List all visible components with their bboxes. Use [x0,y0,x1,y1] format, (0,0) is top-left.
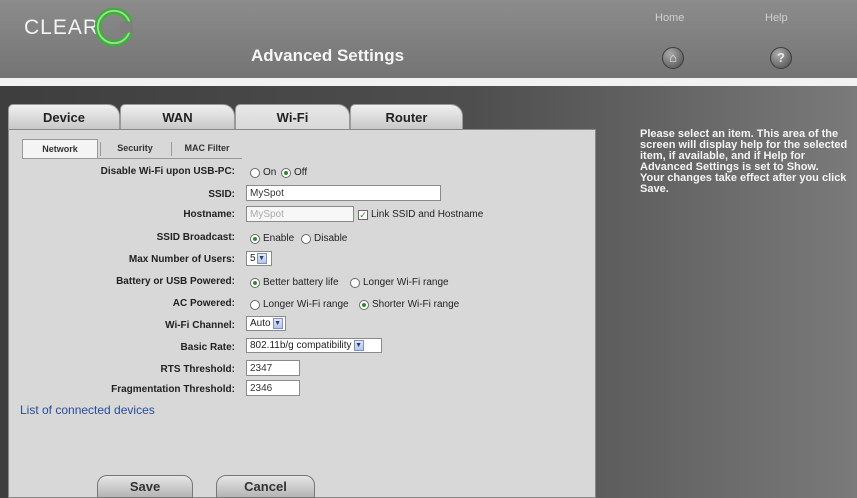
help-panel: Please select an item. This area of the … [640,129,848,195]
ssid-broadcast-disable-radio[interactable]: Disable [301,233,347,244]
subtab-underline [22,158,242,159]
link-ssid-hostname-checkbox[interactable]: ✓ Link SSID and Hostname [358,209,483,220]
ssid-input[interactable] [246,185,441,201]
home-icon[interactable]: ⌂ [662,47,684,69]
tab-router[interactable]: Router [350,104,463,131]
header-divider [0,78,857,86]
checkbox-checked-icon[interactable]: ✓ [358,209,368,220]
header: CLEAR Advanced Settings Home Help ⌂ ? [0,0,857,78]
chevron-down-icon[interactable]: ▼ [272,318,283,329]
save-button[interactable]: Save [97,475,193,498]
disable-wifi-on-radio[interactable]: On [250,167,276,178]
help-note: Your changes take effect after you click… [640,172,847,195]
select-value: 802.11b/g compatibility [250,340,352,351]
option-label: Enable [263,233,295,244]
cancel-button[interactable]: Cancel [216,475,315,498]
ssid-broadcast-enable-radio[interactable]: Enable [250,233,294,244]
radio-icon[interactable] [250,167,260,178]
battery-usb-label: Battery or USB Powered: [116,276,235,287]
max-users-label: Max Number of Users: [128,254,235,265]
option-label: Longer Wi-Fi range [263,299,349,310]
radio-selected-icon[interactable] [281,167,291,178]
ssid-broadcast-label: SSID Broadcast: [156,232,235,243]
question-icon[interactable]: ? [770,47,792,69]
option-label: Off [294,167,308,178]
ac-powered-label: AC Powered: [172,298,235,309]
hostname-label: Hostname: [183,209,235,220]
ac-shorter-range-radio[interactable]: Shorter Wi-Fi range [359,299,459,310]
radio-icon[interactable] [350,277,360,288]
max-users-select[interactable]: 5 ▼ [246,251,272,266]
subtab-security[interactable]: Security [100,139,170,159]
radio-icon[interactable] [301,233,311,244]
chevron-down-icon[interactable]: ▼ [256,253,267,264]
wifi-channel-label: Wi-Fi Channel: [165,320,235,331]
help-text: Please select an item. This area of the … [640,128,848,173]
chevron-down-icon[interactable]: ▼ [353,340,364,351]
subtab-network[interactable]: Network [22,139,98,159]
fragmentation-threshold-label: Fragmentation Threshold: [111,384,235,395]
basic-rate-select[interactable]: 802.11b/g compatibility ▼ [246,338,382,353]
brand-logo-text: CLEAR [24,16,100,39]
tab-device[interactable]: Device [8,104,120,131]
clear-logo-icon [95,8,133,46]
radio-icon[interactable] [250,299,260,310]
subtab-separator [100,142,101,156]
tab-wan[interactable]: WAN [120,104,235,131]
fragmentation-threshold-input[interactable] [246,380,300,396]
radio-selected-icon[interactable] [359,299,369,310]
disable-wifi-off-radio[interactable]: Off [281,167,307,178]
select-value: 5 [250,253,256,264]
hostname-input[interactable] [246,206,354,222]
option-label: Better battery life [263,277,339,288]
subtab-mac-filter[interactable]: MAC Filter [172,139,242,159]
disable-wifi-label: Disable Wi-Fi upon USB-PC: [100,166,235,177]
rts-threshold-label: RTS Threshold: [160,364,235,375]
radio-selected-icon[interactable] [250,277,260,288]
ac-longer-range-radio[interactable]: Longer Wi-Fi range [250,299,349,310]
option-label: Shorter Wi-Fi range [372,299,460,310]
wifi-channel-select[interactable]: Auto ▼ [246,316,286,331]
connected-devices-link[interactable]: List of connected devices [20,403,155,417]
home-link[interactable]: Home [655,12,684,24]
basic-rate-label: Basic Rate: [180,342,235,353]
help-link[interactable]: Help [765,12,788,24]
rts-threshold-input[interactable] [246,360,300,376]
subtab-separator [171,142,172,156]
longer-range-radio[interactable]: Longer Wi-Fi range [350,277,449,288]
ssid-label: SSID: [208,189,235,200]
option-label: Disable [314,233,348,244]
option-label: Link SSID and Hostname [371,209,484,220]
option-label: On [263,167,277,178]
better-battery-radio[interactable]: Better battery life [250,277,339,288]
select-value: Auto [250,318,271,329]
page-title: Advanced Settings [251,46,405,65]
radio-selected-icon[interactable] [250,233,260,244]
option-label: Longer Wi-Fi range [363,277,449,288]
